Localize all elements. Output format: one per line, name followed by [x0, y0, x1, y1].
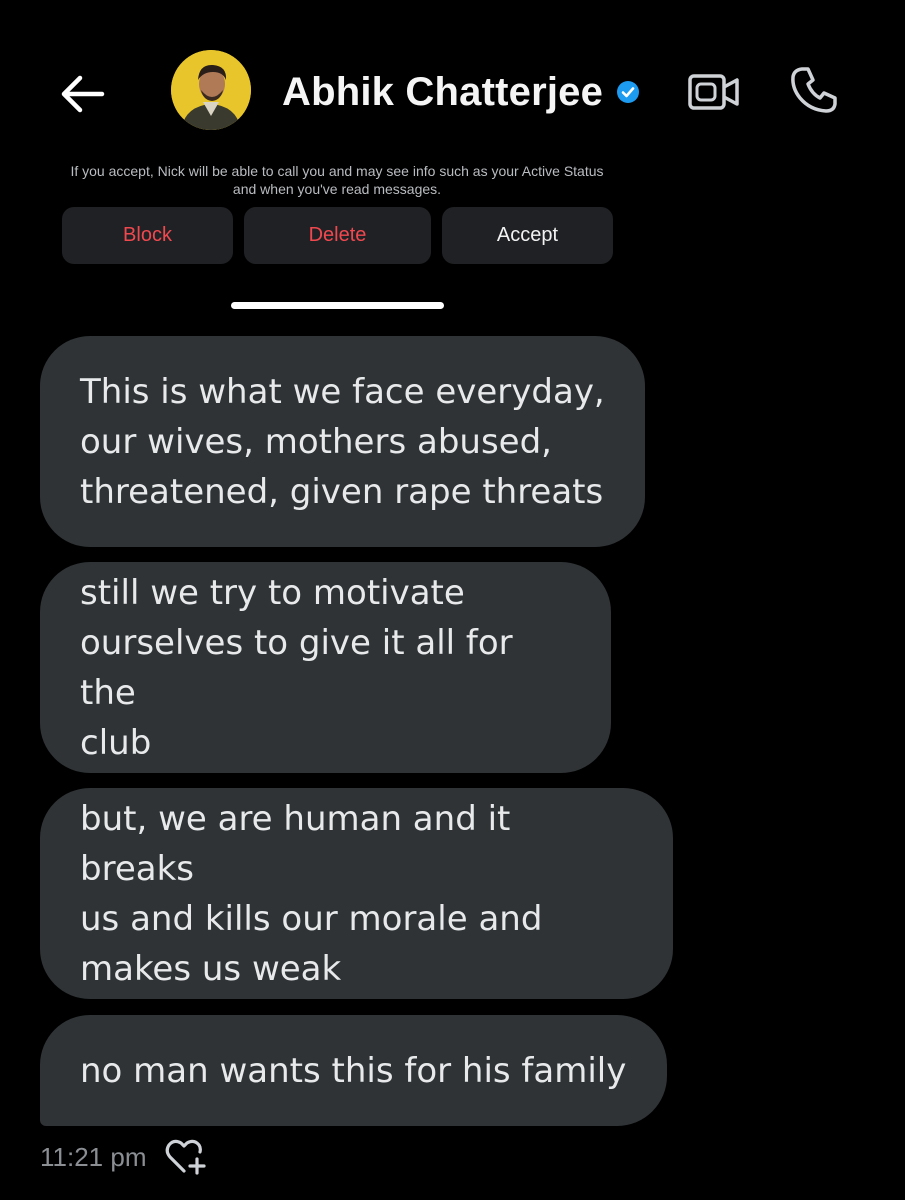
heart-plus-icon: [166, 1139, 207, 1175]
avatar[interactable]: [171, 50, 251, 130]
home-indicator: [231, 302, 444, 309]
message-timestamp: 11:21 pm: [40, 1141, 147, 1172]
conversation-header: Abhik Chatterjee: [282, 66, 641, 118]
contact-name[interactable]: Abhik Chatterjee: [282, 70, 603, 115]
block-button[interactable]: Block: [62, 207, 233, 264]
message-bubble[interactable]: This is what we face everyday, our wives…: [40, 336, 645, 547]
request-actions: Block Delete Accept: [0, 207, 905, 265]
voice-call-button[interactable]: [786, 62, 842, 118]
verified-badge-icon: [617, 81, 640, 103]
phone-icon: [791, 67, 837, 113]
delete-button[interactable]: Delete: [244, 207, 431, 264]
message-text: This is what we face everyday, our wives…: [80, 371, 605, 512]
video-call-button[interactable]: [686, 66, 742, 118]
add-reaction-button[interactable]: [164, 1137, 208, 1177]
message-request-notice: If you accept, Nick will be able to call…: [70, 163, 604, 197]
profile-photo: [171, 50, 251, 130]
message-meta: 11:21 pm: [40, 1136, 208, 1178]
dm-thread-screen: Abhik Chatterjee If you accept, Nick wil…: [0, 0, 905, 1200]
message-bubble[interactable]: no man wants this for his family: [40, 1015, 667, 1126]
back-button[interactable]: [56, 68, 108, 120]
video-camera-icon: [688, 74, 739, 110]
message-text: still we try to motivate ourselves to gi…: [80, 572, 513, 763]
message-bubble[interactable]: still we try to motivate ourselves to gi…: [40, 562, 611, 773]
message-bubble[interactable]: but, we are human and it breaks us and k…: [40, 788, 673, 999]
message-text: no man wants this for his family: [80, 1050, 627, 1091]
accept-button[interactable]: Accept: [442, 207, 613, 264]
arrow-left-icon: [61, 75, 105, 113]
message-text: but, we are human and it breaks us and k…: [80, 798, 543, 989]
